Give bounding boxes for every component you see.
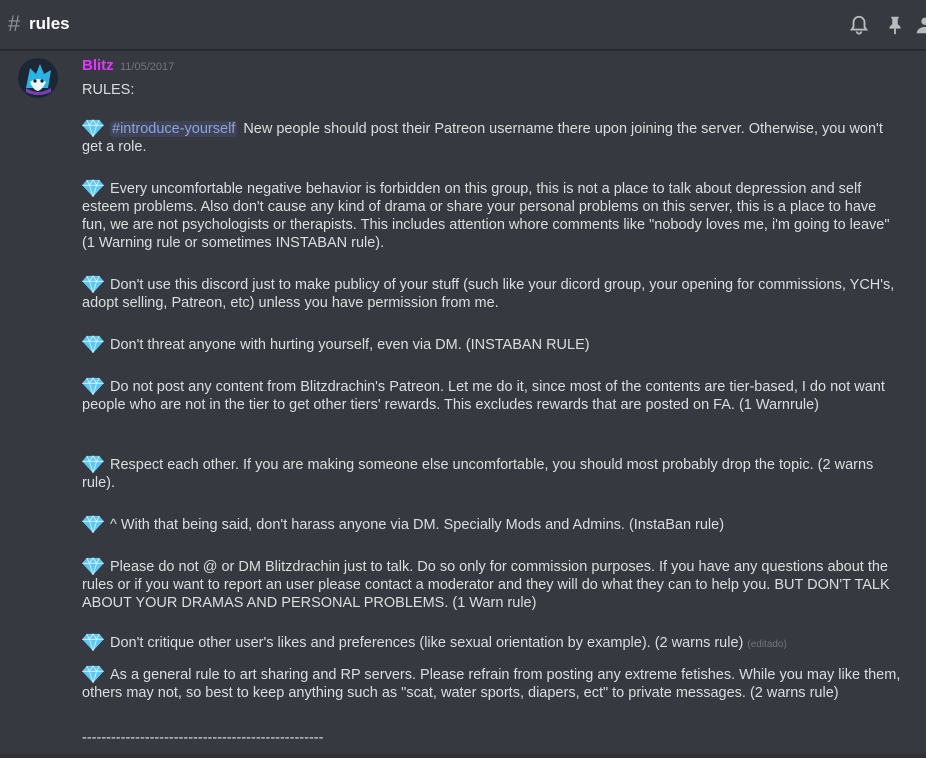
gem-icon [82,275,104,293]
avatar[interactable] [18,58,58,98]
channel-header: # rules [0,0,926,50]
rule-7: ^ With that being said, don't harass any… [82,515,902,534]
rule-2-text: Every uncomfortable negative behavior is… [82,181,890,251]
channel-hash-icon: # [8,11,21,36]
rule-9-text: Don't critique other user's likes and pr… [110,635,744,651]
members-icon[interactable] [914,14,926,36]
rule-5-text: Do not post any content from Blitzdrachi… [82,379,885,413]
rule-1: #introduce-yourself New people should pos… [82,119,902,156]
gem-icon [82,557,104,575]
bottom-divider [0,754,926,758]
message-timestamp: 11/05/2017 [120,61,175,73]
rules-title: RULES: [82,82,135,98]
rule-3-text: Don't use this discord just to make publ… [82,277,895,311]
gem-icon [82,633,104,651]
gem-icon [82,119,104,137]
rule-3: Don't use this discord just to make publ… [82,275,902,312]
divider-line: ----------------------------------------… [82,730,324,746]
rule-6: Respect each other. If you are making so… [82,455,902,492]
rule-10: As a general rule to art sharing and RP … [82,665,902,702]
gem-icon [82,665,104,683]
channel-name: rules [29,14,70,33]
gem-icon [82,377,104,395]
rule-9: Don't critique other user's likes and pr… [82,633,902,654]
rule-2: Every uncomfortable negative behavior is… [82,179,902,252]
gem-icon [82,515,104,533]
rule-4-text: Don't threat anyone with hurting yoursel… [110,337,590,353]
pin-icon[interactable] [884,14,906,36]
rule-7-text: ^ With that being said, don't harass any… [110,517,725,533]
message-list: Blitz 11/05/2017 RULES: #introduce-yours… [0,51,926,758]
gem-icon [82,455,104,473]
rule-6-text: Respect each other. If you are making so… [82,457,874,491]
gem-icon [82,335,104,353]
rule-8-text: Please do not @ or DM Blitzdrachin just … [82,559,890,611]
rule-10-text: As a general rule to art sharing and RP … [82,667,901,701]
bell-icon[interactable] [848,14,870,36]
author-username[interactable]: Blitz [82,57,114,74]
rule-4: Don't threat anyone with hurting yoursel… [82,335,902,354]
rule-8: Please do not @ or DM Blitzdrachin just … [82,557,902,612]
gem-icon [82,179,104,197]
channel-mention-link[interactable]: #introduce-yourself [110,121,238,137]
rule-5: Do not post any content from Blitzdrachi… [82,377,902,414]
edited-label: (editado) [747,639,787,650]
